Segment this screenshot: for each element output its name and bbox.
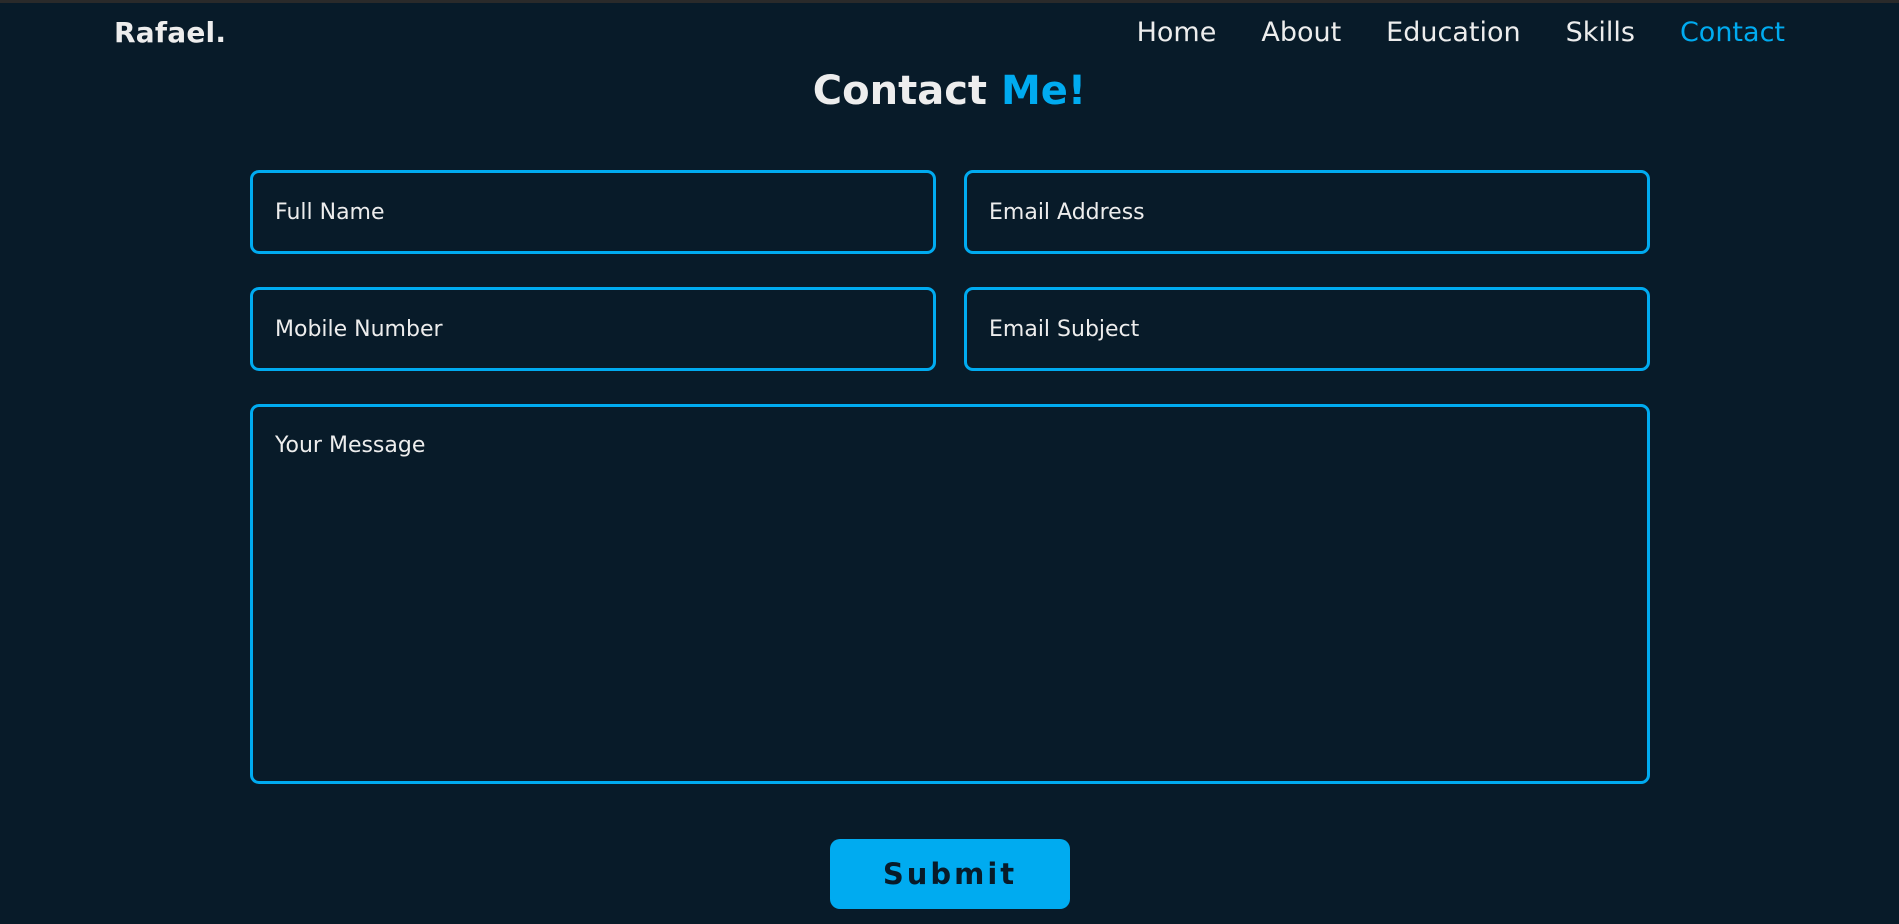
- mobile-number-input[interactable]: [250, 287, 936, 371]
- full-name-input[interactable]: [250, 170, 936, 254]
- nav-about[interactable]: About: [1261, 17, 1341, 48]
- title-accent: Me!: [1001, 68, 1087, 114]
- title-main: Contact: [812, 68, 988, 114]
- logo[interactable]: Rafael.: [114, 16, 226, 49]
- site-header: Rafael. Home About Education Skills Cont…: [0, 3, 1899, 67]
- nav-home[interactable]: Home: [1137, 17, 1217, 48]
- nav-education[interactable]: Education: [1386, 17, 1520, 48]
- nav-skills[interactable]: Skills: [1566, 17, 1635, 48]
- email-subject-input[interactable]: [964, 287, 1650, 371]
- submit-button[interactable]: Submit: [830, 839, 1070, 909]
- page-title: Contact Me!: [0, 68, 1899, 114]
- main-nav: Home About Education Skills Contact: [1092, 17, 1785, 48]
- email-address-input[interactable]: [964, 170, 1650, 254]
- message-textarea[interactable]: [250, 404, 1650, 784]
- nav-contact[interactable]: Contact: [1680, 17, 1785, 48]
